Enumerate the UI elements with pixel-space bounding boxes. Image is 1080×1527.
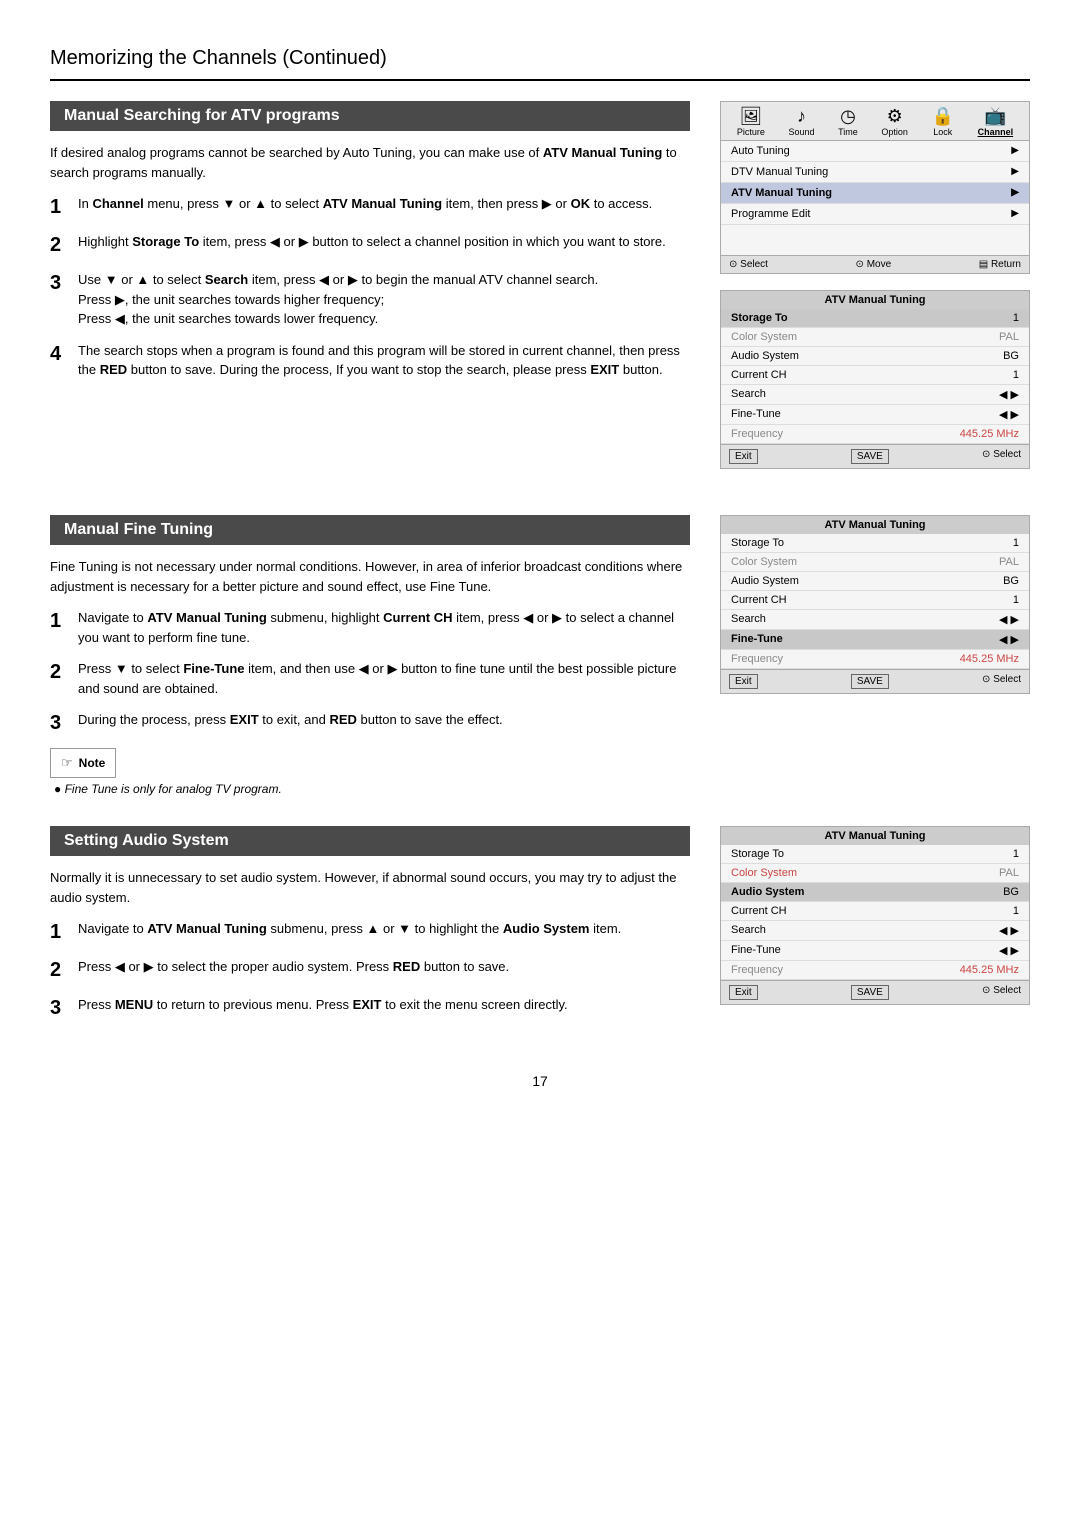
- page-number: 17: [50, 1073, 1030, 1089]
- menu-row-programme: Programme Edit ▶: [721, 204, 1029, 225]
- atv-row-storage-to-2: Storage To 1: [721, 534, 1029, 553]
- atv-row-current-ch-1: Current CH 1: [721, 366, 1029, 385]
- step-3-searching: 3 Use ▼ or ▲ to select Search item, pres…: [50, 270, 690, 329]
- atv-row-color-system-1: Color System PAL: [721, 328, 1029, 347]
- atv-row-storage-to-1: Storage To 1: [721, 309, 1029, 328]
- atv-panel-3-title: ATV Manual Tuning: [721, 827, 1029, 845]
- atv-row-frequency-2: Frequency 445.25 MHz: [721, 650, 1029, 669]
- step-1-searching: 1 In Channel menu, press ▼ or ▲ to selec…: [50, 194, 690, 220]
- atv-row-finetune-3: Fine-Tune ◀ ▶: [721, 941, 1029, 961]
- step-4-searching: 4 The search stops when a program is fou…: [50, 341, 690, 380]
- atv-row-audio-system-2: Audio System BG: [721, 572, 1029, 591]
- section-header-audio: Setting Audio System: [50, 826, 690, 856]
- fine-tuning-right: ATV Manual Tuning Storage To 1 Color Sys…: [720, 515, 1030, 796]
- section-fine-tuning: Manual Fine Tuning Fine Tuning is not ne…: [50, 515, 1030, 796]
- channel-menu-panel: 🖼 Picture ♪ Sound ◷ Time ⚙ Option 🔒: [720, 101, 1030, 274]
- icon-lock: 🔒 Lock: [932, 107, 954, 137]
- atv-row-current-ch-3: Current CH 1: [721, 902, 1029, 921]
- step-1-audio: 1 Navigate to ATV Manual Tuning submenu,…: [50, 919, 690, 945]
- steps-fine-tuning: 1 Navigate to ATV Manual Tuning submenu,…: [50, 608, 690, 736]
- atv-row-finetune-1: Fine-Tune ◀ ▶: [721, 405, 1029, 425]
- section-right-searching: 🖼 Picture ♪ Sound ◷ Time ⚙ Option 🔒: [720, 101, 1030, 485]
- section-audio-system: Setting Audio System Normally it is unne…: [50, 826, 1030, 1033]
- steps-audio: 1 Navigate to ATV Manual Tuning submenu,…: [50, 919, 690, 1021]
- section-header-searching: Manual Searching for ATV programs: [50, 101, 690, 131]
- menu-row-auto-tuning: Auto Tuning ▶: [721, 141, 1029, 162]
- section-manual-searching: Manual Searching for ATV programs If des…: [50, 101, 1030, 485]
- intro-searching: If desired analog programs cannot be sea…: [50, 143, 690, 182]
- menu-icons-row: 🖼 Picture ♪ Sound ◷ Time ⚙ Option 🔒: [721, 102, 1029, 141]
- atv-panel-2: ATV Manual Tuning Storage To 1 Color Sys…: [720, 515, 1030, 694]
- atv-panel-2-footer: Exit SAVE ⊙ Select: [721, 669, 1029, 693]
- atv-row-frequency-3: Frequency 445.25 MHz: [721, 961, 1029, 980]
- icon-sound: ♪ Sound: [788, 107, 814, 137]
- atv-panel-3: ATV Manual Tuning Storage To 1 Color Sys…: [720, 826, 1030, 1005]
- atv-row-storage-to-3: Storage To 1: [721, 845, 1029, 864]
- note-icon: ☞: [61, 755, 73, 771]
- step-2-searching: 2 Highlight Storage To item, press ◀ or …: [50, 232, 690, 258]
- menu-row-atv: ATV Manual Tuning ▶: [721, 183, 1029, 204]
- atv-panel-2-title: ATV Manual Tuning: [721, 516, 1029, 534]
- atv-row-color-system-3: Color System PAL: [721, 864, 1029, 883]
- fine-tuning-left: Manual Fine Tuning Fine Tuning is not ne…: [50, 515, 690, 796]
- intro-audio: Normally it is unnecessary to set audio …: [50, 868, 690, 907]
- atv-panel-1-footer: Exit SAVE ⊙ Select: [721, 444, 1029, 468]
- audio-system-right: ATV Manual Tuning Storage To 1 Color Sys…: [720, 826, 1030, 1033]
- icon-time: ◷ Time: [838, 107, 858, 137]
- page-title: Memorizing the Channels (Continued): [50, 40, 1030, 81]
- atv-row-frequency-1: Frequency 445.25 MHz: [721, 425, 1029, 444]
- atv-panel-1-title: ATV Manual Tuning: [721, 291, 1029, 309]
- step-3-audio: 3 Press MENU to return to previous menu.…: [50, 995, 690, 1021]
- icon-picture: 🖼 Picture: [737, 107, 765, 137]
- intro-fine-tuning: Fine Tuning is not necessary under norma…: [50, 557, 690, 596]
- menu-row-dtv: DTV Manual Tuning ▶: [721, 162, 1029, 183]
- icon-option: ⚙ Option: [881, 107, 908, 137]
- atv-row-color-system-2: Color System PAL: [721, 553, 1029, 572]
- atv-row-search-1: Search ◀ ▶: [721, 385, 1029, 405]
- step-2-audio: 2 Press ◀ or ▶ to select the proper audi…: [50, 957, 690, 983]
- note-box: ☞ Note: [50, 748, 116, 778]
- step-1-fine: 1 Navigate to ATV Manual Tuning submenu,…: [50, 608, 690, 647]
- note-label: Note: [79, 756, 106, 770]
- section-left: Manual Searching for ATV programs If des…: [50, 101, 690, 485]
- atv-row-finetune-2: Fine-Tune ◀ ▶: [721, 630, 1029, 650]
- atv-panel-1: ATV Manual Tuning Storage To 1 Color Sys…: [720, 290, 1030, 469]
- atv-row-audio-system-1: Audio System BG: [721, 347, 1029, 366]
- step-2-fine: 2 Press ▼ to select Fine-Tune item, and …: [50, 659, 690, 698]
- top-menu-footer: ⊙ Select ⊙ Move ▤ Return: [721, 255, 1029, 273]
- note-section: ☞ Note ● Fine Tune is only for analog TV…: [50, 748, 690, 796]
- section-header-fine-tuning: Manual Fine Tuning: [50, 515, 690, 545]
- atv-panel-3-footer: Exit SAVE ⊙ Select: [721, 980, 1029, 1004]
- title-text: Memorizing the Channels: [50, 47, 277, 69]
- atv-row-current-ch-2: Current CH 1: [721, 591, 1029, 610]
- step-3-fine: 3 During the process, press EXIT to exit…: [50, 710, 690, 736]
- atv-row-audio-system-3: Audio System BG: [721, 883, 1029, 902]
- atv-row-search-3: Search ◀ ▶: [721, 921, 1029, 941]
- atv-row-search-2: Search ◀ ▶: [721, 610, 1029, 630]
- title-suffix: (Continued): [277, 47, 387, 69]
- icon-channel: 📺 Channel: [978, 107, 1014, 137]
- audio-system-left: Setting Audio System Normally it is unne…: [50, 826, 690, 1033]
- note-text: ● Fine Tune is only for analog TV progra…: [54, 782, 690, 796]
- steps-searching: 1 In Channel menu, press ▼ or ▲ to selec…: [50, 194, 690, 380]
